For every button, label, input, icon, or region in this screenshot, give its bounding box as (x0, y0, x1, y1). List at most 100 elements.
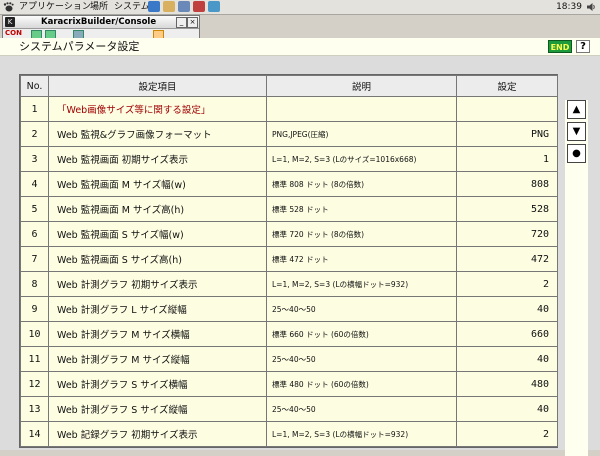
row-desc: 標準 660 ドット (60の倍数) (266, 321, 457, 347)
table-row[interactable]: 14 Web 記録グラフ 初期サイズ表示 L=1, M=2, S=3 (Lの横幅… (20, 421, 558, 447)
row-desc (266, 96, 457, 122)
console-titlebar[interactable]: K KaracrixBuilder/Console _ × (3, 16, 199, 29)
row-no: 3 (20, 146, 49, 172)
row-desc: L=1, M=2, S=3 (Lの横幅ドット=932) (266, 271, 457, 297)
row-value[interactable]: 660 (456, 321, 558, 347)
console-title: KaracrixBuilder/Console (41, 17, 157, 27)
page-header: システムパラメータ設定 END ? (0, 38, 600, 56)
row-value[interactable]: 1 (456, 146, 558, 172)
menu-system[interactable]: システム (114, 1, 150, 13)
karacrix-app-icon: K (5, 17, 15, 27)
row-no: 5 (20, 196, 49, 222)
row-value[interactable]: 40 (456, 396, 558, 422)
page-title: システムパラメータ設定 (19, 40, 140, 53)
console-toolbar: CON (3, 29, 199, 39)
row-no: 6 (20, 221, 49, 247)
table-row[interactable]: 4 Web 監視画面 M サイズ幅(w) 標準 808 ドット (8の倍数) 8… (20, 171, 558, 197)
row-value[interactable] (456, 96, 558, 122)
table-row[interactable]: 3 Web 監視画面 初期サイズ表示 L=1, M=2, S=3 (Lのサイズ=… (20, 146, 558, 172)
row-value[interactable]: 528 (456, 196, 558, 222)
row-value[interactable]: 2 (456, 271, 558, 297)
table-header-row: No. 設定項目 説明 設定 (20, 75, 558, 97)
row-no: 8 (20, 271, 49, 297)
row-item[interactable]: Web 計測グラフ M サイズ横幅 (48, 321, 267, 347)
row-item[interactable]: Web 計測グラフ S サイズ横幅 (48, 371, 267, 397)
header-item: 設定項目 (48, 75, 267, 97)
close-button[interactable]: × (187, 17, 198, 28)
office-launcher-icon[interactable] (193, 1, 205, 12)
clock[interactable]: 18:39 (556, 1, 582, 13)
row-item[interactable]: Web 記録グラフ 初期サイズ表示 (48, 421, 267, 447)
row-item[interactable]: Web 計測グラフ L サイズ縦幅 (48, 296, 267, 322)
row-value[interactable]: 472 (456, 246, 558, 272)
menu-places[interactable]: 場所 (90, 1, 108, 13)
scroll-down-button[interactable]: ▼ (567, 122, 586, 141)
row-value[interactable]: PNG (456, 121, 558, 147)
scroll-up-button[interactable]: ▲ (567, 100, 586, 119)
header-no: No. (20, 75, 49, 97)
browser-launcher-icon[interactable] (148, 1, 160, 12)
row-item[interactable]: Web 計測グラフ 初期サイズ表示 (48, 271, 267, 297)
volume-icon[interactable] (586, 2, 596, 12)
row-item[interactable]: Web 計測グラフ M サイズ縦幅 (48, 346, 267, 372)
row-item[interactable]: Web 監視画面 初期サイズ表示 (48, 146, 267, 172)
top-panel: アプリケーション 場所 システム 18:39 (0, 0, 600, 15)
header-desc: 説明 (266, 75, 457, 97)
row-desc: 標準 720 ドット (8の倍数) (266, 221, 457, 247)
row-desc: 25〜40〜50 (266, 396, 457, 422)
row-item[interactable]: Web 監視画面 M サイズ高(h) (48, 196, 267, 222)
row-no: 2 (20, 121, 49, 147)
network-launcher-icon[interactable] (208, 1, 220, 12)
row-value[interactable]: 2 (456, 421, 558, 447)
table-row[interactable]: 1 「Web画像サイズ等に関する設定」 (20, 96, 558, 122)
row-item[interactable]: Web 監視画面 S サイズ幅(w) (48, 221, 267, 247)
row-value[interactable]: 40 (456, 346, 558, 372)
scroll-controls: ▲ ▼ ● (565, 100, 588, 456)
row-desc: 標準 480 ドット (60の倍数) (266, 371, 457, 397)
row-desc: 25〜40〜50 (266, 296, 457, 322)
row-no: 1 (20, 96, 49, 122)
row-desc: 標準 808 ドット (8の倍数) (266, 171, 457, 197)
table-row[interactable]: 8 Web 計測グラフ 初期サイズ表示 L=1, M=2, S=3 (Lの横幅ド… (20, 271, 558, 297)
row-item[interactable]: Web 監視画面 S サイズ高(h) (48, 246, 267, 272)
terminal-launcher-icon[interactable] (178, 1, 190, 12)
row-no: 14 (20, 421, 49, 447)
table-row[interactable]: 10 Web 計測グラフ M サイズ横幅 標準 660 ドット (60の倍数) … (20, 321, 558, 347)
row-no: 11 (20, 346, 49, 372)
table-row[interactable]: 9 Web 計測グラフ L サイズ縦幅 25〜40〜50 40 (20, 296, 558, 322)
help-button[interactable]: ? (576, 40, 590, 53)
row-desc: 標準 472 ドット (266, 246, 457, 272)
table-row[interactable]: 5 Web 監視画面 M サイズ高(h) 標準 528 ドット 528 (20, 196, 558, 222)
row-no: 13 (20, 396, 49, 422)
row-item[interactable]: 「Web画像サイズ等に関する設定」 (48, 96, 267, 122)
row-item[interactable]: Web 計測グラフ S サイズ縦幅 (48, 396, 267, 422)
parameter-table: No. 設定項目 説明 設定 1 「Web画像サイズ等に関する設定」 2 Web… (19, 74, 558, 448)
table-row[interactable]: 13 Web 計測グラフ S サイズ縦幅 25〜40〜50 40 (20, 396, 558, 422)
table-row[interactable]: 6 Web 監視画面 S サイズ幅(w) 標準 720 ドット (8の倍数) 7… (20, 221, 558, 247)
row-value[interactable]: 40 (456, 296, 558, 322)
row-no: 4 (20, 171, 49, 197)
row-item[interactable]: Web 監視画面 M サイズ幅(w) (48, 171, 267, 197)
row-desc: PNG,JPEG(圧縮) (266, 121, 457, 147)
row-desc: L=1, M=2, S=3 (Lのサイズ=1016x668) (266, 146, 457, 172)
row-value[interactable]: 480 (456, 371, 558, 397)
row-item[interactable]: Web 監視&グラフ画像フォーマット (48, 121, 267, 147)
scroll-position-button[interactable]: ● (567, 144, 586, 163)
row-desc: 標準 528 ドット (266, 196, 457, 222)
row-value[interactable]: 720 (456, 221, 558, 247)
menu-applications[interactable]: アプリケーション (19, 1, 91, 13)
console-window: K KaracrixBuilder/Console _ × CON (2, 15, 200, 39)
table-row[interactable]: 7 Web 監視画面 S サイズ高(h) 標準 472 ドット 472 (20, 246, 558, 272)
header-value: 設定 (456, 75, 558, 97)
mail-launcher-icon[interactable] (163, 1, 175, 12)
table-row[interactable]: 2 Web 監視&グラフ画像フォーマット PNG,JPEG(圧縮) PNG (20, 121, 558, 147)
row-value[interactable]: 808 (456, 171, 558, 197)
row-no: 10 (20, 321, 49, 347)
minimize-button[interactable]: _ (176, 17, 187, 28)
gnome-foot-icon[interactable] (3, 2, 14, 12)
end-button[interactable]: END (548, 40, 572, 53)
main-panel: No. 設定項目 説明 設定 1 「Web画像サイズ等に関する設定」 2 Web… (0, 56, 600, 456)
table-row[interactable]: 11 Web 計測グラフ M サイズ縦幅 25〜40〜50 40 (20, 346, 558, 372)
row-no: 12 (20, 371, 49, 397)
table-row[interactable]: 12 Web 計測グラフ S サイズ横幅 標準 480 ドット (60の倍数) … (20, 371, 558, 397)
